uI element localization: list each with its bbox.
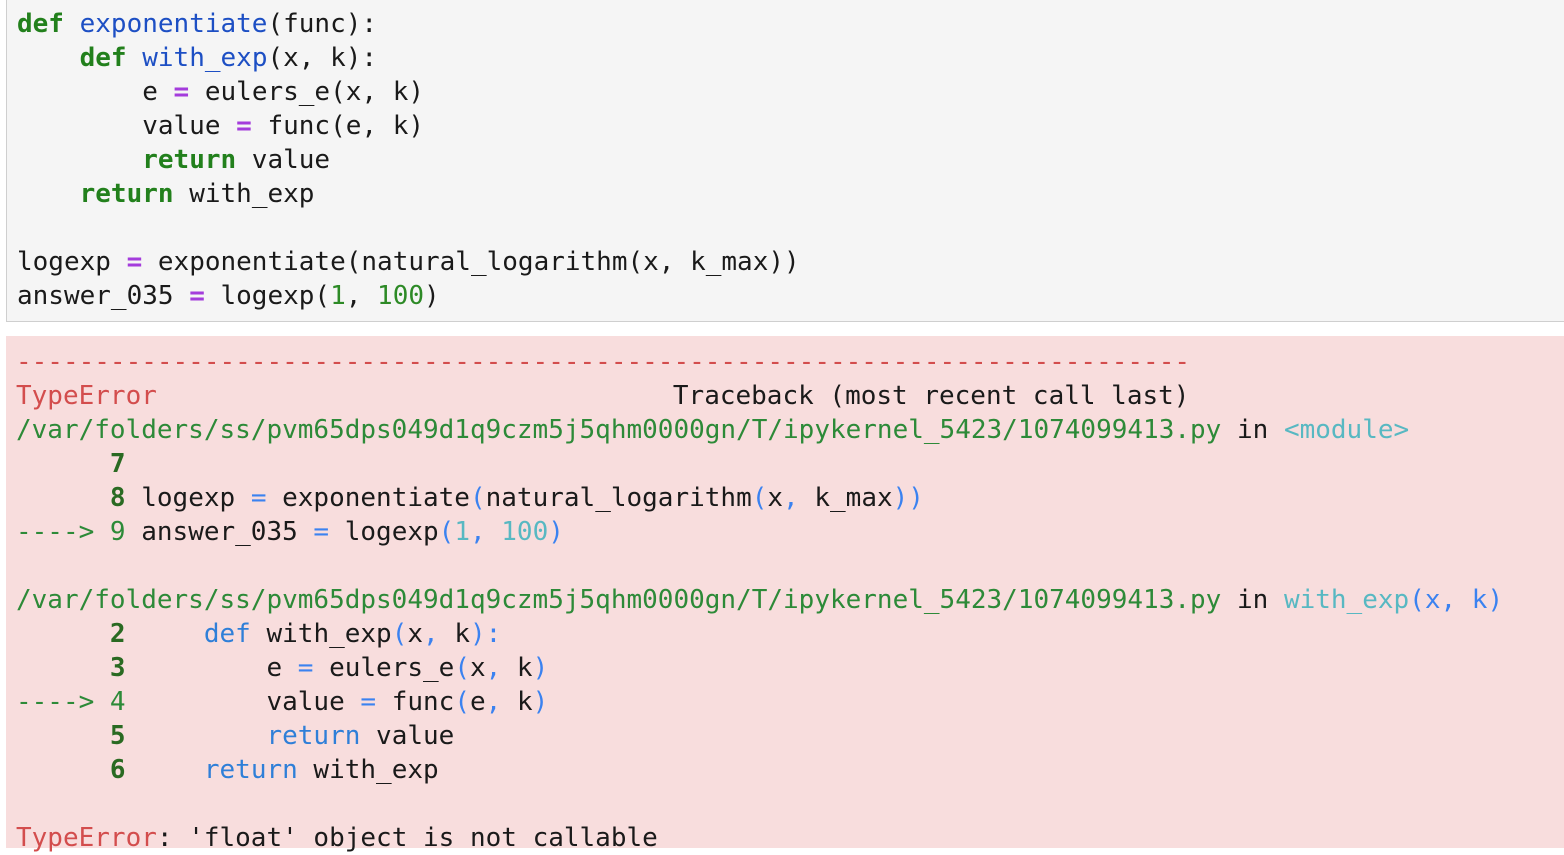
code-line-6: return with_exp [79,179,315,209]
frame2-line-5: 5 return value [109,721,455,751]
code-line-1: def exponentiate(func): [17,9,378,39]
code-line-4: value = func(e, k) [17,111,424,141]
code-cell-input[interactable]: def exponentiate(func): def with_exp(x, … [6,0,1564,322]
traceback-header: TypeError Traceback (most recent call las… [16,379,1189,413]
frame2-path-line: /var/folders/ss/pvm65dps049d1q9czm5j5qhm… [16,585,1504,615]
frame1-file-path[interactable]: /var/folders/ss/pvm65dps049d1q9czm5j5qhm… [16,415,1221,445]
final-error-type: TypeError [16,823,157,853]
traceback-title: Traceback (most recent call last) [672,381,1190,411]
frame2-location: with_exp [1283,585,1410,615]
code-line-3: e = eulers_e(x, k) [17,77,425,107]
frame2-line-4: ----> 4 value = func(e, k) [16,687,549,717]
frame1-location: <module> [1283,415,1410,445]
frame1-path-line: /var/folders/ss/pvm65dps049d1q9czm5j5qhm… [16,415,1410,445]
error-output: ----------------------------------------… [6,336,1564,853]
code-line-9: answer_035 = logexp(1, 100) [17,281,440,311]
frame2-line-6: 6 return with_exp [109,755,439,785]
frame2-line-2: 2 def with_exp(x, k): [109,619,502,649]
final-error-message: : 'float' object is not callable [156,823,658,853]
traceback-separator: ----------------------------------------… [16,347,1190,377]
frame2-line-3: 3 e = eulers_e(x, k) [109,653,549,683]
code-line-5: return value [142,145,331,175]
error-type-label: TypeError [16,381,157,411]
frame1-line-7: 7 [109,449,126,479]
final-error-line: TypeError: 'float' object is not callabl… [16,821,658,855]
frame2-file-path[interactable]: /var/folders/ss/pvm65dps049d1q9czm5j5qhm… [16,585,1221,615]
frame1-line-9: ----> 9 answer_035 = logexp(1, 100) [16,517,564,547]
code-line-8: logexp = exponentiate(natural_logarithm(… [17,247,800,277]
code-line-2: def with_exp(x, k): [79,43,378,73]
frame1-line-8: 8 logexp = exponentiate(natural_logarith… [109,483,924,513]
